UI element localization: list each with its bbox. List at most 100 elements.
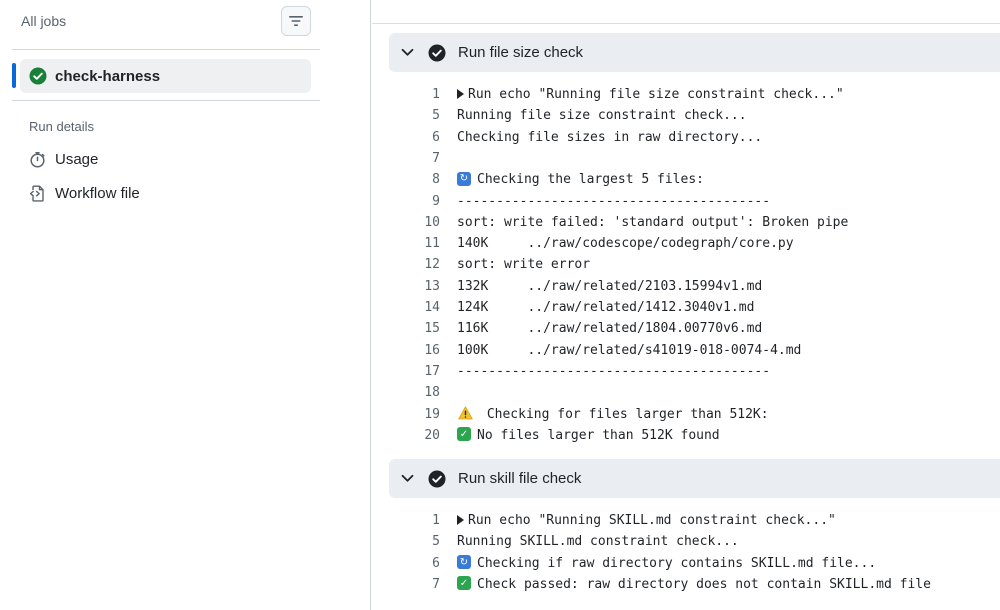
chevron-down-icon [400, 472, 414, 486]
log-line: 19 Checking for files larger than 512K: [372, 404, 769, 425]
step-title: Run skill file check [458, 470, 582, 487]
usage-link[interactable]: Usage [28, 150, 98, 168]
log-line: 6 Checking file sizes in raw directory... [372, 127, 762, 148]
log-text: 124K ../raw/related/1412.3040v1.md [457, 300, 755, 315]
line-number[interactable]: 5 [372, 534, 440, 549]
line-number[interactable]: 17 [372, 364, 440, 379]
line-number[interactable]: 1 [372, 87, 440, 102]
log-line: 1 Run echo "Running file size constraint … [372, 84, 844, 105]
workflow-file-link[interactable]: Workflow file [28, 184, 140, 202]
step-header-file-size-check[interactable]: Run file size check [389, 33, 1000, 72]
log-line: 11 140K ../raw/codescope/codegraph/core.p… [372, 233, 794, 254]
line-number[interactable]: 1 [372, 513, 440, 528]
line-number[interactable]: 13 [372, 279, 440, 294]
log-text: 132K ../raw/related/2103.15994v1.md [457, 278, 763, 294]
filter-icon [289, 16, 303, 26]
usage-link-label: Usage [55, 150, 99, 168]
line-number[interactable]: 8 [372, 172, 440, 187]
filter-button[interactable] [281, 6, 311, 36]
stopwatch-icon [28, 150, 46, 168]
log-line: 6 ↻ Checking if raw directory contains SKI… [372, 553, 876, 574]
log-text: Running SKILL.md constraint check... [457, 534, 739, 550]
log-content: Checking for files larger than 512K: [457, 406, 769, 422]
line-number[interactable]: 16 [372, 343, 440, 358]
line-number[interactable]: 7 [372, 151, 440, 166]
log-content: ↻ Checking the largest 5 files: [457, 171, 704, 187]
log-line: 14 124K ../raw/related/1412.3040v1.md [372, 297, 754, 318]
line-number[interactable]: 10 [372, 215, 440, 230]
line-number[interactable]: 6 [372, 556, 440, 571]
refresh-emoji-icon: ↻ [457, 171, 471, 186]
expand-triangle-icon[interactable] [457, 88, 464, 99]
log-content: 100K ../raw/related/s41019-018-0074-4.md [457, 343, 801, 358]
workflow-file-link-label: Workflow file [55, 184, 140, 202]
refresh-emoji-icon: ↻ [457, 555, 471, 570]
log-line: 9 ---------------------------------------… [372, 191, 770, 212]
sidebar-divider [12, 49, 320, 50]
job-label: check-harness [55, 67, 161, 85]
log-text: Checking file sizes in raw directory... [457, 129, 763, 145]
log-text: Checking for files larger than 512K: [479, 406, 769, 422]
line-number[interactable]: 18 [372, 385, 440, 400]
line-number[interactable]: 7 [372, 577, 440, 592]
log-text: 140K ../raw/codescope/codegraph/core.py [457, 236, 794, 252]
log-content: 116K ../raw/related/1804.00770v6.md [457, 321, 762, 336]
selected-indicator [12, 63, 16, 88]
line-number[interactable]: 6 [372, 130, 440, 145]
log-line: 10 sort: write failed: 'standard output':… [372, 212, 848, 233]
log-line: 15 116K ../raw/related/1804.00770v6.md [372, 318, 762, 339]
log-text: 100K ../raw/related/s41019-018-0074-4.md [457, 342, 802, 358]
log-line: 5 Running SKILL.md constraint check... [372, 531, 739, 552]
check-mark-emoji-icon: ✓ [457, 427, 471, 442]
log-text: sort: write failed: 'standard output': B… [457, 214, 849, 230]
log-line: 20 ✓ No files larger than 512K found [372, 425, 720, 446]
check-mark-emoji-icon: ✓ [457, 576, 471, 591]
log-line: 7 ✓ Check passed: raw directory does not c… [372, 574, 931, 595]
job-log-panel: Run file size check 1 Run echo "Running f… [372, 0, 1000, 610]
log-line: 5 Running file size constraint check... [372, 105, 747, 126]
job-item-check-harness[interactable]: check-harness [20, 59, 311, 93]
line-number[interactable]: 11 [372, 236, 440, 251]
line-number[interactable]: 19 [372, 407, 440, 422]
log-content: sort: write error [457, 257, 590, 272]
log-content: Run echo "Running SKILL.md constraint ch… [457, 513, 836, 528]
log-text: Checking if raw directory contains SKILL… [477, 555, 877, 571]
log-content: Running file size constraint check... [457, 108, 747, 123]
line-number[interactable]: 12 [372, 257, 440, 272]
log-content: ✓ Check passed: raw directory does not co… [457, 576, 931, 592]
line-number[interactable]: 20 [372, 428, 440, 443]
sidebar-divider [12, 100, 320, 101]
log-line: 1 Run echo "Running SKILL.md constraint c… [372, 510, 836, 531]
line-number[interactable]: 15 [372, 321, 440, 336]
step-success-icon [428, 470, 446, 487]
expand-triangle-icon[interactable] [457, 514, 464, 525]
log-line: 18 [372, 382, 457, 403]
jobs-sidebar: All jobs check-harness Run details Usage [0, 0, 371, 610]
log-content: ---------------------------------------- [457, 364, 770, 379]
step-header-skill-file-check[interactable]: Run skill file check [389, 459, 1000, 498]
log-line: 17 --------------------------------------… [372, 361, 770, 382]
log-content: Run echo "Running file size constraint c… [457, 87, 844, 102]
log-text: No files larger than 512K found [477, 427, 720, 443]
success-check-icon [29, 67, 47, 85]
line-number[interactable]: 5 [372, 108, 440, 123]
log-content: ✓ No files larger than 512K found [457, 427, 720, 443]
log-content: 140K ../raw/codescope/codegraph/core.py [457, 236, 794, 251]
log-text: 116K ../raw/related/1804.00770v6.md [457, 321, 763, 337]
log-line: 7 [372, 148, 457, 169]
log-text: Run echo "Running SKILL.md constraint ch… [468, 513, 836, 528]
log-line: 16 100K ../raw/related/s41019-018-0074-4.… [372, 340, 801, 361]
line-number[interactable]: 14 [372, 300, 440, 315]
file-code-icon [28, 184, 46, 202]
log-content: sort: write failed: 'standard output': B… [457, 215, 848, 230]
log-text: Run echo "Running file size constraint c… [468, 87, 844, 102]
log-text: Check passed: raw directory does not con… [477, 576, 931, 592]
log-content: Checking file sizes in raw directory... [457, 130, 762, 145]
log-line: 12 sort: write error [372, 254, 590, 275]
log-text: ---------------------------------------- [457, 363, 771, 379]
run-details-heading: Run details [29, 119, 95, 134]
log-content: Running SKILL.md constraint check... [457, 534, 739, 549]
log-content: 132K ../raw/related/2103.15994v1.md [457, 279, 762, 294]
step-title: Run file size check [458, 44, 584, 61]
line-number[interactable]: 9 [372, 194, 440, 209]
